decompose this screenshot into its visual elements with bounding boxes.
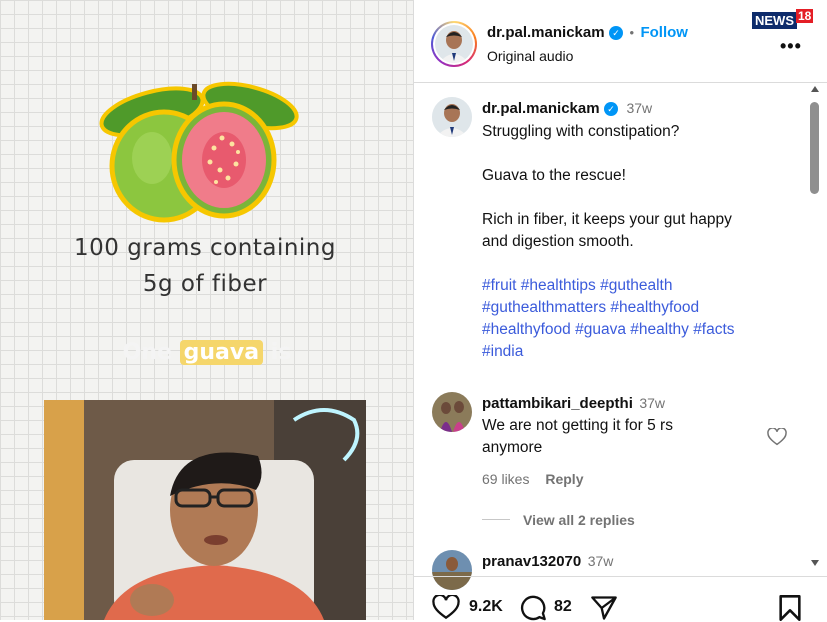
caption-line: and digestion smooth. [482, 233, 634, 250]
share-icon[interactable] [590, 594, 618, 622]
caption-word-is: is [270, 340, 292, 365]
hashtag-row: #fruit #healthtips #guthealth [482, 275, 802, 297]
header-avatar [435, 25, 473, 63]
hashtag-row: #healthyfood #guava #healthy #facts [482, 319, 802, 341]
caption-line: Struggling with constipation? [482, 123, 680, 140]
caption-line2: 5g of fiber [142, 271, 268, 297]
commenter-avatar[interactable] [432, 392, 472, 432]
comments-scrollbar[interactable] [807, 84, 823, 572]
verified-badge-icon: ✓ [609, 26, 624, 40]
comment-reply-button[interactable]: Reply [545, 471, 583, 487]
comment-icon[interactable] [519, 594, 547, 622]
verified-badge-icon: ✓ [604, 102, 619, 116]
hashtag-link[interactable]: #healthyfood [610, 299, 699, 316]
post-header: dr.pal.manickam ✓ • Follow Original audi… [414, 0, 827, 83]
comment-username[interactable]: pranav132070 [482, 553, 581, 570]
replies-line [482, 519, 510, 520]
story-ring[interactable] [431, 21, 477, 67]
comment-like-heart-icon[interactable] [767, 428, 787, 446]
heart-icon[interactable] [432, 595, 460, 620]
hashtag-link[interactable]: #guthealthmatters [482, 299, 606, 316]
bookmark-icon[interactable] [778, 594, 802, 622]
video-caption-one-guava: One guava is [112, 340, 302, 365]
view-replies-button[interactable]: View all 2 replies [523, 512, 635, 528]
comment-text-line: We are not getting it for 5 rs [482, 417, 673, 434]
comment-text-line: anymore [482, 439, 543, 456]
comments-count[interactable]: 82 [554, 598, 572, 616]
hashtag-row: #india [482, 341, 802, 363]
scrollbar-thumb[interactable] [810, 102, 819, 194]
header-separator: • [629, 25, 635, 40]
original-audio-link[interactable]: Original audio [487, 48, 573, 64]
guava-illustration [99, 81, 299, 223]
caption-line1: 100 grams containing [73, 235, 336, 261]
post-actions-bar: 9.2K 82 [414, 582, 827, 622]
comment-username[interactable]: pattambikari_deepthi [482, 395, 633, 412]
post-age: 37w [626, 100, 653, 116]
comment-age: 37w [587, 553, 614, 569]
presenter-image [44, 400, 366, 620]
hashtag-link[interactable]: #facts [693, 321, 734, 338]
hashtag-link[interactable]: #fruit [482, 277, 516, 294]
caption-line: Rich in fiber, it keeps your gut happy [482, 211, 732, 228]
hashtag-link[interactable]: #guthealth [600, 277, 672, 294]
more-options-icon[interactable]: ••• [780, 36, 802, 57]
post-caption: Struggling with constipation? Guava to t… [482, 121, 802, 363]
caption-word-guava: guava [179, 340, 264, 365]
likes-count[interactable]: 9.2K [469, 598, 503, 616]
video-presenter-frame [44, 400, 366, 620]
post-details-panel: dr.pal.manickam ✓ • Follow Original audi… [414, 0, 827, 622]
caption-word-one: One [122, 340, 172, 365]
hashtag-link[interactable]: #guava [575, 321, 626, 338]
footer-divider [414, 576, 827, 577]
reel-video-panel[interactable]: 100 grams containing 5g of fiber One gua… [0, 0, 413, 620]
news18-logo: NEWS 18 [752, 9, 814, 31]
post-author-username[interactable]: dr.pal.manickam [482, 100, 600, 117]
comment-likes-count[interactable]: 69 likes [482, 471, 529, 487]
follow-button[interactable]: Follow [640, 24, 688, 41]
header-username[interactable]: dr.pal.manickam [487, 24, 605, 41]
scroll-down-arrow-icon[interactable] [811, 560, 819, 566]
news18-logo-number: 18 [796, 9, 814, 23]
scroll-up-arrow-icon[interactable] [811, 86, 819, 92]
hashtag-link[interactable]: #healthtips [521, 277, 596, 294]
caption-line: Guava to the rescue! [482, 167, 626, 184]
news18-logo-text: NEWS [752, 12, 797, 29]
comment-age: 37w [639, 395, 666, 411]
hashtag-row: #guthealthmatters #healthyfood [482, 297, 802, 319]
hashtag-link[interactable]: #healthy [630, 321, 689, 338]
comment-text: We are not getting it for 5 rs anymore [482, 415, 762, 459]
video-caption-fiber: 100 grams containing 5g of fiber [60, 230, 350, 302]
hashtag-link[interactable]: #india [482, 343, 523, 360]
hashtag-link[interactable]: #healthyfood [482, 321, 571, 338]
post-author-avatar[interactable] [432, 97, 472, 137]
